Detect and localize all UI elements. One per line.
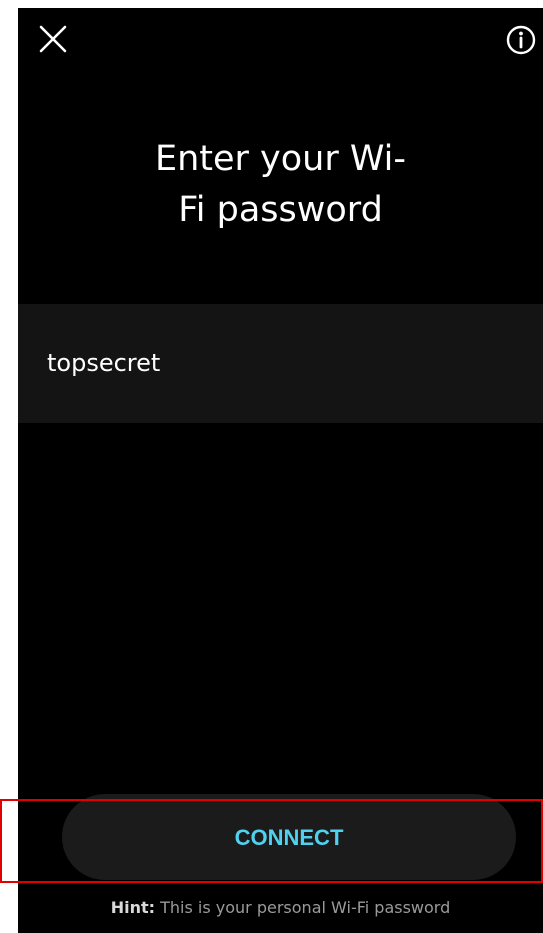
page-title-line-1: Enter your Wi- xyxy=(154,139,407,179)
hint-text: Hint: This is your personal Wi-Fi passwo… xyxy=(18,898,543,917)
connect-button[interactable]: CONNECT xyxy=(62,794,516,880)
wifi-password-screen: Enter your Wi- Fi password topsecret CON… xyxy=(18,8,543,933)
page-title-line-2: Fi password xyxy=(178,190,383,230)
info-button[interactable] xyxy=(505,24,537,56)
password-field[interactable]: topsecret xyxy=(18,304,543,423)
close-button[interactable] xyxy=(38,24,68,54)
connect-button-label: CONNECT xyxy=(234,825,344,850)
page-title: Enter your Wi- Fi password xyxy=(18,134,543,236)
hint-label: Hint: xyxy=(110,898,156,917)
close-icon xyxy=(39,25,67,53)
info-icon xyxy=(506,25,536,55)
password-field-value[interactable]: topsecret xyxy=(47,304,160,423)
hint-message: This is your personal Wi-Fi password xyxy=(155,898,451,917)
